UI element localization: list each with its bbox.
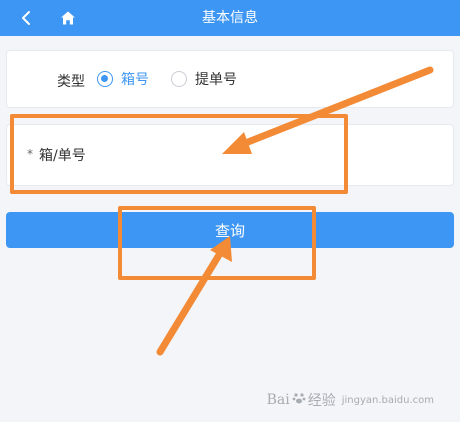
home-icon [61, 11, 75, 25]
radio-bill-of-lading[interactable]: 提单号 [171, 67, 237, 91]
type-card: 类型 箱号 提单号 [6, 50, 454, 108]
back-button[interactable] [12, 4, 40, 32]
header-bar: 基本信息 [0, 0, 460, 36]
radio-container-number[interactable]: 箱号 [97, 67, 149, 91]
baidu-watermark: Bai 经验 jingyan.baidu.com [267, 390, 434, 410]
chevron-left-icon [22, 11, 30, 25]
radio-label-bill-of-lading: 提单号 [195, 72, 237, 88]
query-button[interactable]: 查询 [6, 212, 454, 248]
number-input[interactable] [107, 137, 441, 175]
watermark-brand-prefix: Bai [266, 392, 290, 408]
paw-icon [292, 391, 306, 409]
radio-label-container-number: 箱号 [121, 72, 149, 88]
watermark-url: jingyan.baidu.com [341, 394, 434, 406]
watermark-brand-suffix: 经验 [307, 393, 336, 409]
radio-checked-icon[interactable] [97, 71, 113, 87]
required-mark: * [27, 147, 33, 161]
number-input-card: * 箱/单号 [6, 124, 454, 186]
arrow-to-button [156, 236, 232, 356]
type-label: 类型 [57, 74, 85, 90]
number-field-label: 箱/单号 [39, 148, 86, 164]
home-button[interactable] [54, 4, 82, 32]
radio-unchecked-icon[interactable] [171, 71, 187, 87]
